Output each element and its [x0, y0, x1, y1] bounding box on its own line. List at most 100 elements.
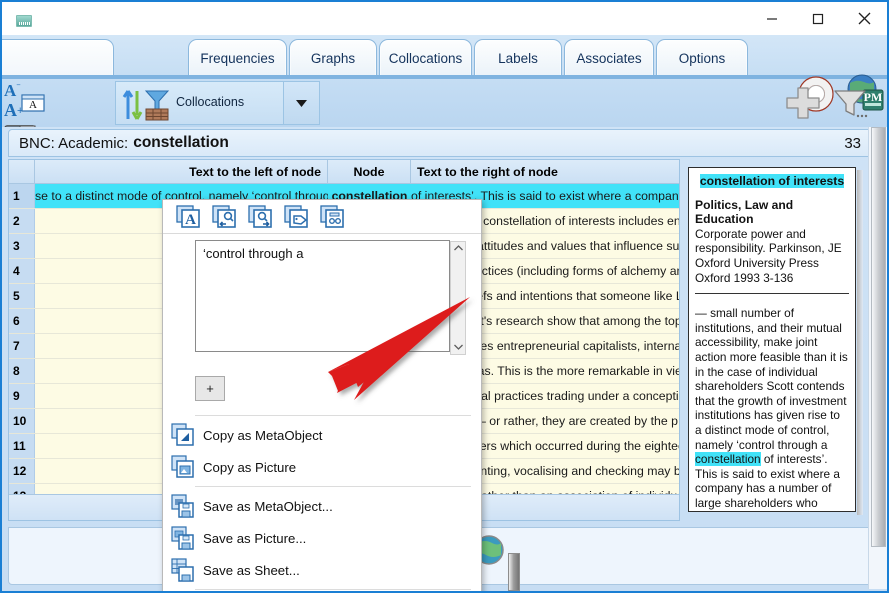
detail-reference: Corporate power and responsibility. Park… [695, 227, 849, 285]
collocations-selector[interactable]: Collocations [115, 81, 320, 125]
save-metaobject-icon [171, 494, 195, 518]
copy-metaobject-icon [171, 423, 195, 447]
context-menu-list: Copy as MetaObject Copy as Picture Save as… [163, 419, 481, 593]
concordance-header-row: Text to the left of node Node Text to th… [9, 160, 679, 184]
menu-item-save-as-metaobject[interactable]: Save as MetaObject... [163, 490, 481, 522]
context-detail-panel: constellation of interests Politics, Law… [688, 167, 868, 515]
tab-options-label: Options [679, 51, 726, 66]
row-number: 3 [9, 234, 35, 258]
detail-title-text: constellation of interests [700, 174, 844, 188]
maximize-button[interactable] [795, 2, 841, 35]
tab-options[interactable]: Options [656, 39, 748, 77]
detail-body: — small number of institutions, and thei… [695, 306, 849, 510]
search-input-scrollbar[interactable] [450, 241, 466, 355]
find-next-icon[interactable] [247, 204, 275, 230]
row-right-context: practices (including forms of alchemy an… [464, 259, 679, 283]
search-input[interactable]: ‘control through a [195, 240, 450, 352]
copy-picture-icon [171, 455, 195, 479]
add-button[interactable] [784, 85, 822, 121]
font-size-icon[interactable]: A ‾ A + A [2, 79, 50, 121]
detail-title: constellation of interests [695, 174, 849, 189]
row-right-context: his constellation of interests includes … [464, 209, 679, 233]
ribbon: Frequencies Graphs Collocations Labels A… [2, 35, 887, 127]
svg-text:A: A [185, 212, 196, 228]
save-picture-icon [171, 526, 195, 550]
close-button[interactable] [841, 2, 887, 35]
menu-item-label: Copy as MetaObject [203, 428, 322, 443]
application-window: Frequencies Graphs Collocations Labels A… [0, 0, 889, 593]
find-previous-icon[interactable] [211, 204, 239, 230]
tab-collocations[interactable]: Collocations [379, 39, 472, 77]
detail-body-keyword: constellation [695, 452, 761, 466]
column-header-left-context[interactable]: Text to the left of node [35, 160, 328, 183]
row-number: 2 [9, 209, 35, 233]
find-advanced-icon[interactable] [319, 204, 347, 230]
search-context-popup: A [162, 199, 482, 593]
app-logo-icon [16, 15, 32, 27]
row-right-context: owers which occurred during the eightee [464, 434, 679, 458]
row-number: 8 [9, 359, 35, 383]
scroll-up-arrow[interactable] [454, 242, 463, 255]
tab-labels[interactable]: Labels [474, 39, 562, 77]
save-sheet-icon [171, 558, 195, 582]
row-right-context: cott's research show that among the top [464, 309, 679, 333]
row-number: 6 [9, 309, 35, 333]
row-right-context: s, attitudes and values that influence s… [464, 234, 679, 258]
menu-item-save-as-sheet[interactable]: Save as Sheet... [163, 554, 481, 586]
corpus-label: BNC: Academic: [19, 135, 128, 152]
row-right-context: ludes entrepreneurial capitalists, inter… [464, 334, 679, 358]
detail-divider [695, 293, 849, 294]
sort-collocations-icon [122, 85, 174, 123]
add-term-button[interactable]: + [195, 376, 225, 401]
search-area: ‘control through a [163, 234, 481, 374]
add-term-row: + [163, 374, 481, 412]
row-right-context: s, rather than an association of individ… [464, 484, 679, 494]
menu-item-save-as-picture[interactable]: Save as Picture... [163, 522, 481, 554]
menu-item-copy-as-metaobject[interactable]: Copy as MetaObject [163, 419, 481, 451]
page-scrollbar[interactable] [868, 127, 887, 589]
tab-strip: Frequencies Graphs Collocations Labels A… [2, 35, 887, 76]
menu-item-label: Copy as Picture [203, 460, 296, 475]
row-right-context: eliefs and intentions that someone like … [464, 284, 679, 308]
column-header-right-context[interactable]: Text to the right of node [411, 160, 679, 183]
window-controls [749, 2, 887, 35]
tab-labels-label: Labels [498, 51, 538, 66]
tab-associates[interactable]: Associates [564, 39, 654, 77]
menu-item-copy-as-picture[interactable]: Copy as Picture [163, 451, 481, 483]
menu-item-label: Save as Sheet... [203, 563, 300, 578]
minimize-button[interactable] [749, 2, 795, 35]
bottom-scroll-handle[interactable] [508, 553, 520, 591]
row-number: 9 [9, 384, 35, 408]
menu-divider [195, 589, 471, 590]
row-number: 1 [9, 184, 35, 208]
find-text-icon[interactable]: A [175, 204, 203, 230]
collocations-dropdown-arrow[interactable] [283, 82, 319, 124]
column-header-number[interactable] [9, 160, 35, 183]
collocations-label: Collocations [176, 95, 244, 109]
filter-button[interactable] [832, 85, 868, 121]
tab-frequencies[interactable]: Frequencies [188, 39, 287, 77]
tab-home[interactable] [0, 39, 114, 78]
search-input-value: ‘control through a [203, 246, 303, 261]
svg-text:‾: ‾ [16, 84, 21, 94]
tab-associates-label: Associates [576, 51, 641, 66]
column-header-node[interactable]: Node [328, 160, 411, 183]
tab-graphs[interactable]: Graphs [289, 39, 377, 77]
menu-item-label: Save as Picture... [203, 531, 306, 546]
detail-shadow [857, 170, 863, 515]
tab-graphs-label: Graphs [311, 51, 355, 66]
scroll-down-arrow[interactable] [454, 341, 463, 354]
find-tag-icon[interactable] [283, 204, 311, 230]
row-number: 11 [9, 434, 35, 458]
svg-text:A: A [4, 100, 17, 120]
row-number: 12 [9, 459, 35, 483]
chevron-down-icon [296, 100, 307, 107]
page-scrollbar-thumb[interactable] [871, 127, 886, 547]
row-number: 4 [9, 259, 35, 283]
detail-body-before: — small number of institutions, and thei… [695, 306, 848, 451]
ribbon-toolbar: A ‾ A + A [2, 79, 887, 127]
search-term: constellation [133, 134, 229, 152]
tab-collocations-label: Collocations [389, 51, 463, 66]
result-header: BNC: Academic: constellation 33 [8, 129, 874, 157]
row-right-context: ltural practices trading under a concept… [464, 384, 679, 408]
